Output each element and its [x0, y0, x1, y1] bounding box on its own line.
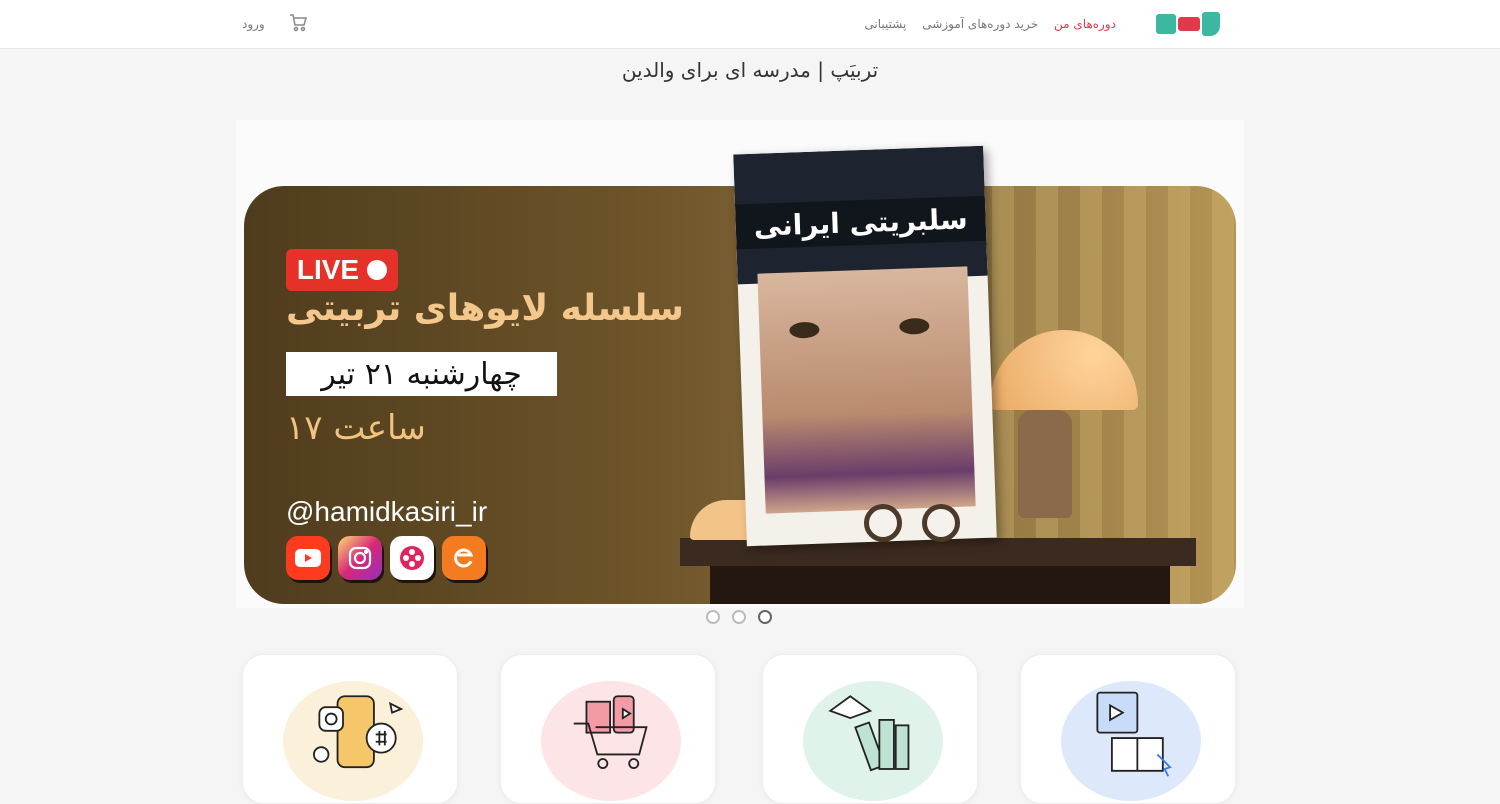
logo-icon[interactable] [1156, 4, 1220, 44]
cart-icon[interactable] [289, 13, 307, 36]
top-navbar: دوره‌های من خرید دوره‌های آموزشی پشتیبان… [0, 0, 1500, 49]
book-title: سلبریتی ایرانی [734, 195, 987, 250]
carousel-dots [706, 610, 772, 624]
social-media-card[interactable] [242, 654, 458, 804]
glasses-lens-left [864, 504, 902, 542]
social-icons [286, 536, 486, 580]
books-icon [823, 679, 923, 779]
nav-left: ورود [242, 0, 307, 48]
live-badge: LIVE [286, 249, 398, 291]
shopping-card[interactable] [500, 654, 716, 804]
books-card[interactable] [762, 654, 978, 804]
site-title: تربیَپ | مدرسه ای برای والدین [621, 58, 879, 82]
login-link[interactable]: ورود [242, 17, 265, 31]
eye-right [899, 317, 930, 335]
video-learning-card[interactable] [1020, 654, 1236, 804]
social-handle: @hamidkasiri_ir [286, 496, 488, 527]
video-learning-icon [1081, 679, 1181, 779]
nav-my-courses[interactable]: دوره‌های من [1054, 17, 1116, 31]
main-nav: دوره‌های من خرید دوره‌های آموزشی پشتیبان… [864, 17, 1116, 31]
social-media-icon [303, 679, 403, 779]
live-label: LIVE [296, 254, 360, 285]
book-cover: سلبریتی ایرانی [733, 145, 997, 547]
nav-support[interactable]: پشتیبانی [864, 17, 906, 31]
banner-time: ساعت ۱۷ [286, 408, 426, 448]
eitaa-icon [442, 536, 486, 580]
nav-buy-courses[interactable]: خرید دوره‌های آموزشی [922, 17, 1038, 31]
youtube-icon [286, 536, 330, 580]
aparat-icon [390, 536, 434, 580]
nav-right: دوره‌های من خرید دوره‌های آموزشی پشتیبان… [864, 0, 1220, 48]
eye-left [789, 321, 820, 339]
carousel-dot-2[interactable] [732, 610, 746, 624]
lamp-base [1018, 410, 1072, 518]
banner-date: چهارشنبه ۲۱ تیر [286, 352, 557, 396]
banner-headline: سلسله لایوهای تربیتی [286, 288, 684, 329]
carousel-dot-3[interactable] [758, 610, 772, 624]
instagram-icon [338, 536, 382, 580]
shopping-cart-icon [561, 679, 661, 779]
carousel-dot-1[interactable] [706, 610, 720, 624]
glasses-lens-right [922, 504, 960, 542]
live-dot-icon [367, 260, 388, 280]
table-under [710, 566, 1170, 604]
book-cover-face [757, 266, 976, 514]
